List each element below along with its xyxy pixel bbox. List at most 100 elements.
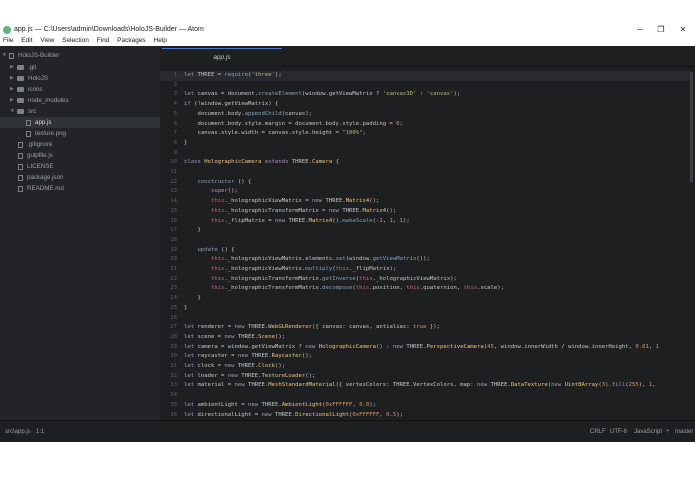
tree-item-label: LICENSE [27, 163, 54, 170]
status-line-ending[interactable]: CRLF [590, 421, 606, 443]
folder-open-icon [17, 109, 24, 114]
line-number: 8 [173, 139, 177, 146]
chevron-down-icon: ▼ [2, 52, 7, 58]
line-number: 9 [173, 149, 177, 156]
file-icon [18, 174, 23, 181]
tree-item-icons[interactable]: ▶ icons [10, 84, 42, 95]
line-number: 12 [170, 178, 177, 185]
tree-item-label: node_modules [28, 97, 69, 104]
code-line: let directionalLight = new THREE.Directi… [184, 411, 403, 418]
line-number: 4 [173, 101, 177, 108]
code-line: let camera = window.getViewMatrix ? new … [184, 343, 659, 350]
code-line: document.body.appendChild(canvas); [184, 110, 312, 117]
tree-item-label: app.js [35, 119, 52, 126]
code-line: } [184, 139, 188, 146]
folder-icon [17, 65, 24, 70]
file-icon [26, 119, 31, 126]
line-number: 35 [170, 401, 177, 408]
line-number: 32 [170, 372, 177, 379]
line-number: 18 [170, 236, 177, 243]
maximize-button[interactable]: ❐ [651, 24, 671, 36]
tree-item-readme[interactable]: README.md [18, 183, 64, 194]
tree-item-label: icons [28, 86, 43, 93]
tree-item-node-modules[interactable]: ▶ node_modules [10, 95, 69, 106]
menu-edit[interactable]: Edit [21, 36, 32, 46]
line-number: 10 [170, 159, 177, 166]
tree-item-app-js[interactable]: app.js [0, 117, 160, 128]
status-git-branch[interactable]: master [675, 421, 693, 443]
code-line: constructor () { [197, 178, 252, 185]
line-number: 31 [170, 363, 177, 369]
atom-logo-icon [3, 26, 11, 34]
file-icon [18, 141, 23, 148]
folder-icon [17, 98, 24, 103]
line-number: 30 [170, 353, 177, 360]
file-icon [18, 152, 23, 159]
folder-icon [17, 87, 24, 92]
code-line: let scene = new THREE.Scene(); [184, 333, 286, 340]
chevron-right-icon: ▶ [10, 75, 14, 81]
tree-item-label: README.md [27, 185, 64, 192]
close-button[interactable]: ✕ [673, 24, 693, 36]
line-number: 26 [170, 314, 177, 321]
status-file-path[interactable]: src\app.js [5, 421, 31, 443]
tree-item-package-json[interactable]: package.json [18, 172, 63, 183]
tree-item-label: .git [28, 64, 37, 71]
line-number: 14 [170, 198, 177, 205]
tree-item-gulpfile[interactable]: gulpfile.js [18, 150, 53, 161]
tree-item-texture-png[interactable]: texture.png [26, 128, 66, 139]
code-line: this._holographicViewMatrix.multiply(thi… [210, 266, 397, 272]
menu-file[interactable]: File [3, 36, 13, 46]
tree-item-license[interactable]: LICENSE [18, 161, 53, 172]
git-branch-icon: ⑂ [666, 429, 670, 435]
line-number: 16 [170, 217, 177, 224]
tree-view: ▼ HoloJS-Builder ▶ .git ▶ HoloJS ▶ icons… [0, 46, 160, 420]
tree-item-git[interactable]: ▶ .git [10, 62, 36, 73]
code-line: let canvas = document.createElement(wind… [184, 91, 461, 98]
status-grammar[interactable]: JavaScript [634, 421, 662, 443]
code-line: let renderer = new THREE.WebGLRenderer({… [184, 324, 441, 331]
line-number: 5 [173, 110, 177, 117]
line-number: 6 [173, 120, 177, 127]
tab-app-js[interactable]: app.js [162, 48, 282, 67]
folder-icon [17, 76, 24, 81]
code-line: this._flipMatrix = new THREE.Matrix4().m… [210, 217, 410, 224]
line-number: 21 [170, 266, 177, 272]
tree-item-gitignore[interactable]: .gitignore [18, 139, 52, 150]
menu-find[interactable]: Find [97, 36, 110, 46]
chevron-down-icon: ▼ [10, 108, 15, 114]
menu-help[interactable]: Help [154, 36, 167, 46]
status-cursor-position[interactable]: 1:1 [36, 421, 44, 443]
tree-item-holojs[interactable]: ▶ HoloJS [10, 73, 48, 84]
line-number: 20 [170, 256, 177, 263]
line-number: 22 [170, 275, 177, 282]
editor-scrollbar[interactable] [690, 72, 693, 182]
menu-selection[interactable]: Selection [62, 36, 89, 46]
window-title: app.js — C:\Users\admin\Downloads\HoloJS… [14, 26, 204, 33]
line-number: 33 [170, 382, 177, 389]
tab-bar: app.js [160, 46, 695, 67]
tree-item-label: .gitignore [27, 141, 53, 148]
tree-root[interactable]: ▼ HoloJS-Builder [2, 50, 59, 61]
chevron-right-icon: ▶ [10, 97, 14, 103]
tree-item-label: package.json [27, 174, 64, 181]
atom-window: app.js — C:\Users\admin\Downloads\HoloJS… [0, 24, 695, 442]
line-number: 28 [170, 333, 177, 340]
code-line: this._holographicTransformMatrix.getInve… [210, 275, 457, 282]
line-number: 3 [173, 91, 177, 98]
line-number: 24 [170, 295, 177, 302]
minimize-button[interactable]: ─ [630, 24, 650, 36]
menu-view[interactable]: View [40, 36, 54, 46]
tree-item-src[interactable]: ▼ src [10, 106, 36, 117]
line-number: 13 [170, 188, 177, 195]
menu-packages[interactable]: Packages [117, 36, 146, 46]
tree-item-label: gulpfile.js [27, 152, 53, 159]
code-line: super(); [210, 188, 238, 195]
code-line: update () { [197, 246, 235, 253]
line-number: 27 [170, 324, 177, 331]
code-editor[interactable]: 1 let THREE = require('three'); 2 3 let canv… [160, 67, 695, 420]
status-encoding[interactable]: UTF-8 [610, 421, 627, 443]
code-line: this._holographicTransformMatrix.decompo… [210, 285, 505, 292]
code-line: } [184, 227, 201, 234]
chevron-right-icon: ▶ [10, 64, 14, 70]
